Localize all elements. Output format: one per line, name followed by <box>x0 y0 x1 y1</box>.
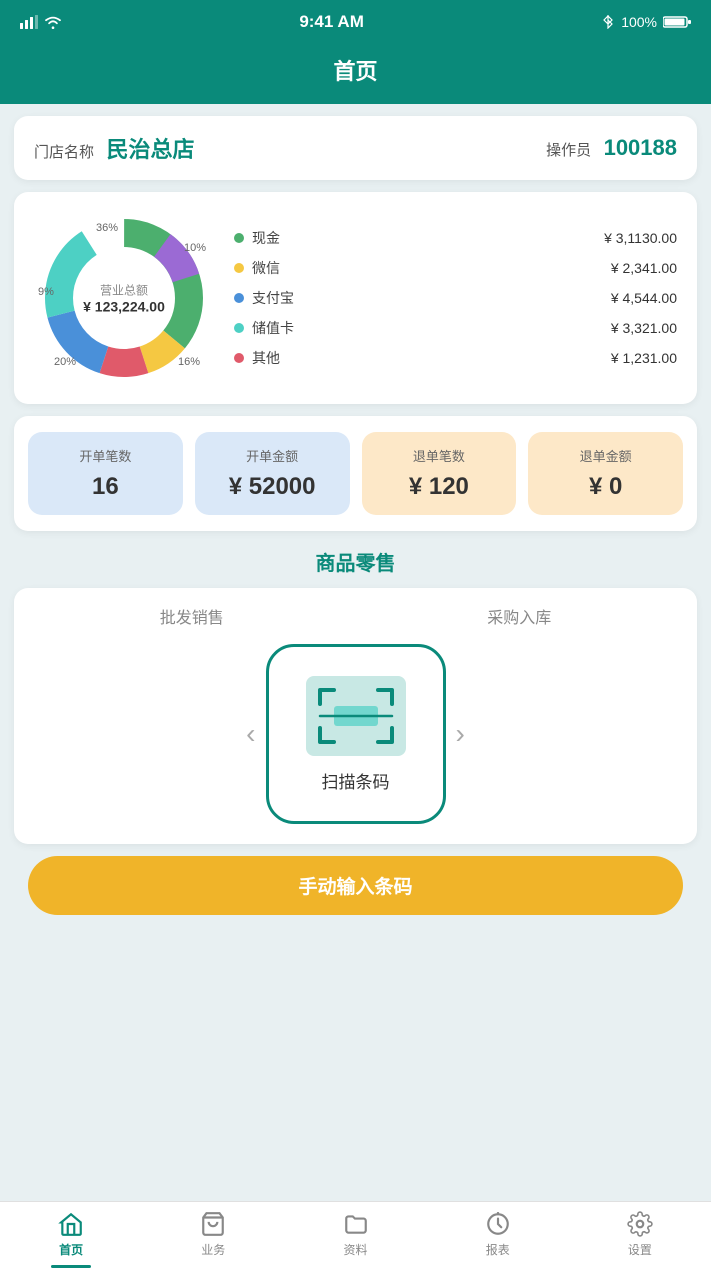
stat-refund-amount: 退单金额 ¥ 0 <box>528 432 683 515</box>
legend-item-other: 其他 ¥ 1,231.00 <box>234 348 677 368</box>
donut-center-label: 营业总额 <box>83 282 165 299</box>
carousel-prev-arrow[interactable]: ‹ <box>236 718 265 750</box>
report-icon <box>485 1211 511 1237</box>
legend-value-cash: ¥ 3,1130.00 <box>604 230 677 246</box>
legend-dot-cash <box>234 233 244 243</box>
tab-data-label: 资料 <box>344 1241 368 1258</box>
stats-card: 开单笔数 16 开单金额 ¥ 52000 退单笔数 ¥ 120 退单金额 ¥ 0 <box>14 416 697 531</box>
wifi-icon <box>44 15 62 29</box>
revenue-legend: 现金 ¥ 3,1130.00 微信 ¥ 2,341.00 支付宝 ¥ 4,544… <box>234 228 677 368</box>
function-carousel: ‹ 扫描 <box>28 644 683 824</box>
folder-icon <box>343 1211 369 1237</box>
stat-refund-count: 退单笔数 ¥ 120 <box>362 432 517 515</box>
legend-value-card: ¥ 3,321.00 <box>611 320 677 336</box>
revenue-card: 36% 10% 9% 20% 16% 营业总额 ¥ 123,224.00 现金 … <box>14 192 697 404</box>
battery-percent: 100% <box>621 14 657 30</box>
tab-settings-label: 设置 <box>628 1241 652 1258</box>
page-header: 首页 <box>0 44 711 104</box>
function-section-title: 商品零售 <box>14 547 697 576</box>
store-info-card: 门店名称 民治总店 操作员 100188 <box>14 116 697 180</box>
legend-value-alipay: ¥ 4,544.00 <box>611 290 677 306</box>
stat-order-amount-value: ¥ 52000 <box>205 473 340 501</box>
tab-home-label: 首页 <box>59 1241 83 1258</box>
tab-wholesale[interactable]: 批发销售 <box>160 604 224 628</box>
stat-order-count-value: 16 <box>38 473 173 501</box>
legend-name-cash: 现金 <box>252 228 298 248</box>
legend-name-wechat: 微信 <box>252 258 298 278</box>
pct-36: 36% <box>96 222 118 234</box>
tab-report-label: 报表 <box>486 1241 510 1258</box>
operator-label: 操作员 <box>546 142 591 159</box>
cart-icon <box>200 1211 226 1237</box>
pct-9: 9% <box>38 286 54 298</box>
main-content: 门店名称 民治总店 操作员 100188 <box>0 104 711 1201</box>
signal-icon <box>20 15 38 29</box>
tab-bar: 首页 业务 资料 报表 设置 <box>0 1201 711 1271</box>
donut-center-value: ¥ 123,224.00 <box>83 299 165 315</box>
store-info-right: 操作员 100188 <box>546 135 677 161</box>
donut-chart: 36% 10% 9% 20% 16% 营业总额 ¥ 123,224.00 <box>34 208 214 388</box>
tab-business-label: 业务 <box>201 1241 225 1258</box>
function-section: 批发销售 采购入库 ‹ <box>14 588 697 844</box>
stat-order-count: 开单笔数 16 <box>28 432 183 515</box>
legend-name-card: 储值卡 <box>252 318 298 338</box>
legend-value-other: ¥ 1,231.00 <box>611 350 677 366</box>
stat-order-count-label: 开单笔数 <box>38 446 173 465</box>
stat-refund-amount-value: ¥ 0 <box>538 473 673 501</box>
scan-barcode-button[interactable]: 扫描条码 <box>266 644 446 824</box>
tab-business[interactable]: 业务 <box>142 1211 284 1258</box>
pct-16: 16% <box>178 356 200 368</box>
legend-dot-alipay <box>234 293 244 303</box>
operator-id: 100188 <box>604 135 677 160</box>
legend-item-wechat: 微信 ¥ 2,341.00 <box>234 258 677 278</box>
status-bar: 9:41 AM 100% <box>0 0 711 44</box>
legend-value-wechat: ¥ 2,341.00 <box>611 260 677 276</box>
carousel-next-arrow[interactable]: › <box>446 718 475 750</box>
legend-item-alipay: 支付宝 ¥ 4,544.00 <box>234 288 677 308</box>
legend-item-card: 储值卡 ¥ 3,321.00 <box>234 318 677 338</box>
legend-item-cash: 现金 ¥ 3,1130.00 <box>234 228 677 248</box>
store-label: 门店名称 <box>34 144 94 161</box>
tab-report[interactable]: 报表 <box>427 1211 569 1258</box>
legend-dot-other <box>234 353 244 363</box>
legend-name-alipay: 支付宝 <box>252 288 298 308</box>
pct-20: 20% <box>54 356 76 368</box>
page-title: 首页 <box>0 54 711 86</box>
store-name: 民治总店 <box>106 137 194 162</box>
tab-purchase[interactable]: 采购入库 <box>487 604 551 628</box>
bluetooth-icon <box>601 15 615 29</box>
stat-order-amount: 开单金额 ¥ 52000 <box>195 432 350 515</box>
tab-data[interactable]: 资料 <box>284 1211 426 1258</box>
stat-refund-count-value: ¥ 120 <box>372 473 507 501</box>
tab-home[interactable]: 首页 <box>0 1211 142 1258</box>
scan-label: 扫描条码 <box>322 768 390 793</box>
stat-order-amount-label: 开单金额 <box>205 446 340 465</box>
battery-icon <box>663 15 691 29</box>
status-battery-area: 100% <box>601 14 691 30</box>
legend-dot-card <box>234 323 244 333</box>
status-signals <box>20 15 62 29</box>
donut-center: 营业总额 ¥ 123,224.00 <box>83 282 165 315</box>
pct-10: 10% <box>184 242 206 254</box>
legend-dot-wechat <box>234 263 244 273</box>
tab-settings[interactable]: 设置 <box>569 1211 711 1258</box>
store-info-left: 门店名称 民治总店 <box>34 132 194 164</box>
status-time: 9:41 AM <box>299 12 364 32</box>
stat-refund-amount-label: 退单金额 <box>538 446 673 465</box>
function-tabs: 批发销售 采购入库 <box>28 604 683 628</box>
legend-name-other: 其他 <box>252 348 298 368</box>
settings-icon <box>627 1211 653 1237</box>
home-icon <box>58 1211 84 1237</box>
scan-icon <box>306 676 406 756</box>
stat-refund-count-label: 退单笔数 <box>372 446 507 465</box>
manual-input-button[interactable]: 手动输入条码 <box>28 856 683 915</box>
